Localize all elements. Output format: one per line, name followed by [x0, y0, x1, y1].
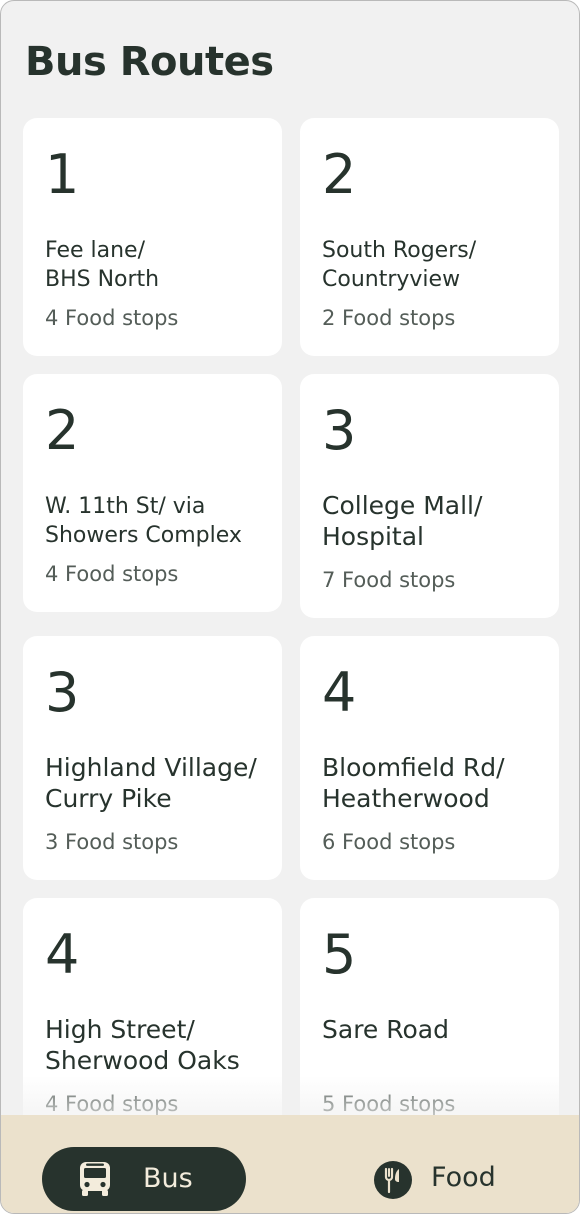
nav-bus-label: Bus	[143, 1163, 193, 1194]
fork-knife-icon	[373, 1160, 413, 1204]
route-name: Fee lane/ BHS North	[45, 238, 160, 292]
route-number: 5	[322, 923, 357, 986]
route-card-5[interactable]: 3 Highland Village/ Curry Pike 3 Food st…	[23, 636, 282, 880]
route-card-6[interactable]: 4 Bloomfield Rd/ Heatherwood 6 Food stop…	[300, 636, 559, 880]
route-number: 2	[45, 399, 80, 462]
route-number: 1	[45, 143, 80, 206]
food-stops-count: 4 Food stops	[45, 306, 179, 330]
route-name: South Rogers/ Countryview	[322, 238, 477, 292]
route-card-2[interactable]: 2 South Rogers/ Countryview 2 Food stops	[300, 118, 559, 356]
route-card-7[interactable]: 4 High Street/ Sherwood Oaks 4 Food stop…	[23, 898, 282, 1142]
nav-bus-tab[interactable]: Bus	[42, 1147, 246, 1211]
app-screen: Bus Routes 1 Fee lane/ BHS North 4 Food …	[0, 0, 580, 1214]
nav-food-label: Food	[431, 1162, 496, 1193]
route-card-1[interactable]: 1 Fee lane/ BHS North 4 Food stops	[23, 118, 282, 356]
food-stops-count: 3 Food stops	[45, 830, 179, 854]
food-stops-count: 2 Food stops	[322, 306, 456, 330]
route-number: 4	[45, 923, 80, 986]
route-name: Sare Road	[322, 1015, 449, 1044]
route-grid: 1 Fee lane/ BHS North 4 Food stops 2 Sou…	[23, 118, 559, 1142]
bottom-navigation: Bus Food	[1, 1115, 579, 1213]
route-name: W. 11th St/ via Showers Complex	[45, 494, 242, 548]
route-number: 4	[322, 661, 357, 724]
route-card-3[interactable]: 2 W. 11th St/ via Showers Complex 4 Food…	[23, 374, 282, 612]
food-stops-count: 5 Food stops	[322, 1092, 456, 1116]
route-number: 3	[45, 661, 80, 724]
route-name: Bloomfield Rd/ Heatherwood	[322, 753, 505, 813]
route-number: 2	[322, 143, 357, 206]
route-name: College Mall/ Hospital	[322, 491, 483, 551]
route-name: High Street/ Sherwood Oaks	[45, 1015, 240, 1075]
route-name: Highland Village/ Curry Pike	[45, 753, 257, 813]
food-stops-count: 4 Food stops	[45, 1092, 179, 1116]
nav-food-tab[interactable]: Food	[373, 1158, 513, 1202]
route-card-4[interactable]: 3 College Mall/ Hospital 7 Food stops	[300, 374, 559, 618]
food-stops-count: 6 Food stops	[322, 830, 456, 854]
food-stops-count: 7 Food stops	[322, 568, 456, 592]
food-stops-count: 4 Food stops	[45, 562, 179, 586]
route-number: 3	[322, 399, 357, 462]
page-title: Bus Routes	[25, 39, 274, 85]
bus-icon	[78, 1161, 112, 1201]
route-card-8[interactable]: 5 Sare Road 5 Food stops	[300, 898, 559, 1142]
